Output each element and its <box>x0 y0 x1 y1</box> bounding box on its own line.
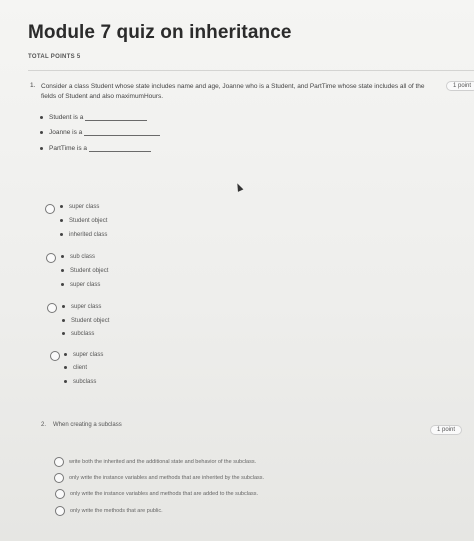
blank-underline <box>88 144 151 152</box>
bullet-icon <box>40 115 43 119</box>
question-1-text: Consider a class Student whose state inc… <box>41 83 425 100</box>
blank-parttime: PartTime is a <box>40 144 151 152</box>
blank-underline <box>85 113 148 121</box>
bullet-icon <box>62 318 65 322</box>
blank-label: Student is a <box>49 114 84 121</box>
q1-option-d-line-2: client <box>64 365 87 371</box>
bullet-icon <box>64 352 67 356</box>
q1-option-c-line-3: subclass <box>62 331 94 337</box>
bullet-icon <box>61 254 64 258</box>
q1-option-c-radio[interactable] <box>47 303 57 313</box>
bullet-icon <box>40 146 43 150</box>
q1-option-d-radio[interactable] <box>50 351 60 361</box>
quiz-page: Module 7 quiz on inheritance TOTAL POINT… <box>0 0 474 541</box>
bullet-icon <box>61 268 64 272</box>
q1-option-b-line-3: super class <box>61 282 100 288</box>
bullet-icon <box>60 232 63 236</box>
question-1-number: 1. <box>30 82 36 89</box>
q2-option-a-radio[interactable] <box>54 457 64 467</box>
bullet-icon <box>62 331 65 335</box>
bullet-icon <box>64 365 67 369</box>
mouse-cursor-icon <box>234 182 244 192</box>
bullet-icon <box>62 304 65 308</box>
q2-option-c-label[interactable]: only write the instance variables and me… <box>70 491 258 497</box>
q1-option-a-radio[interactable] <box>45 204 55 214</box>
q1-option-a-line-3: inherited class <box>60 232 107 238</box>
q1-option-d-line-1: super class <box>64 352 103 358</box>
bullet-icon <box>61 282 64 286</box>
page-title: Module 7 quiz on inheritance <box>28 22 292 43</box>
blank-label: Joanne is a <box>49 129 83 136</box>
q1-option-c-line-1: super class <box>62 304 101 310</box>
q2-option-b-radio[interactable] <box>54 473 64 483</box>
q2-option-a-label[interactable]: write both the inherited and the additio… <box>69 459 256 465</box>
q1-option-a-line-1: super class <box>60 204 99 210</box>
bullet-icon <box>40 130 43 134</box>
question-2-text: When creating a subclass <box>53 422 122 428</box>
q1-option-b-radio[interactable] <box>46 253 56 263</box>
q1-option-a-line-2: Student object <box>60 218 107 224</box>
question-2-number: 2. <box>41 422 47 428</box>
q2-option-c-radio[interactable] <box>55 489 65 499</box>
blank-student: Student is a <box>40 113 148 121</box>
total-points-label: TOTAL POINTS 5 <box>28 54 81 60</box>
bullet-icon <box>64 379 67 383</box>
question-2-points-badge: 1 point <box>430 425 463 435</box>
blank-underline <box>84 128 161 136</box>
q2-option-d-radio[interactable] <box>55 506 65 516</box>
header-divider <box>28 70 474 71</box>
blank-label: PartTime is a <box>49 145 88 152</box>
q2-option-d-label[interactable]: only write the methods that are public. <box>70 508 163 514</box>
q1-option-b-line-1: sub class <box>61 254 95 260</box>
q2-option-b-label[interactable]: only write the instance variables and me… <box>69 475 264 481</box>
q1-option-b-line-2: Student object <box>61 268 108 274</box>
q1-option-c-line-2: Student object <box>62 318 109 324</box>
bullet-icon <box>60 218 63 222</box>
bullet-icon <box>60 204 63 208</box>
q1-option-d-line-3: subclass <box>64 379 96 385</box>
blank-joanne: Joanne is a <box>40 128 161 136</box>
question-1-points-badge: 1 point <box>446 81 474 91</box>
